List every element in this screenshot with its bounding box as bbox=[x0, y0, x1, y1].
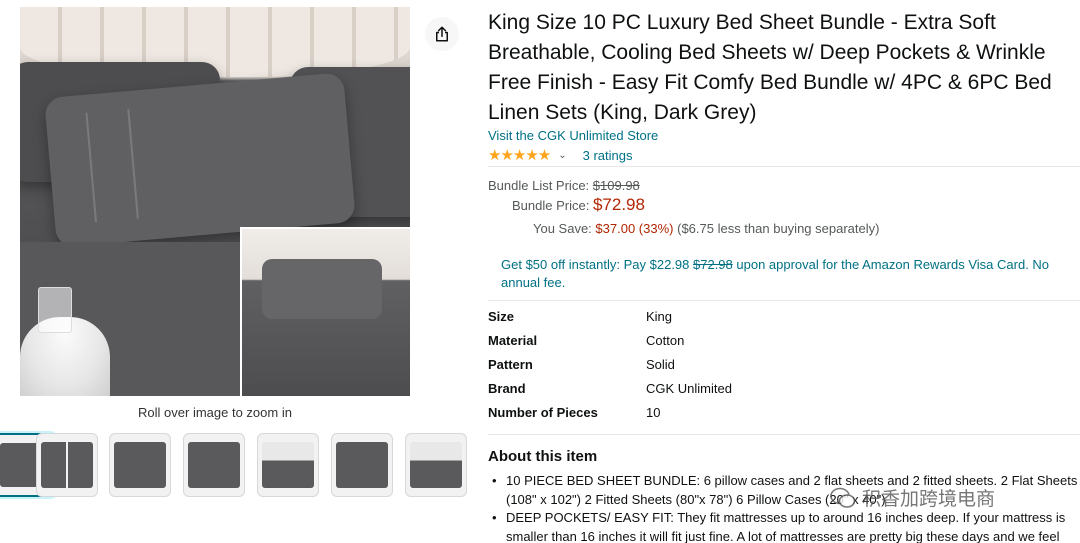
credit-card-promo[interactable]: Get $50 off instantly: Pay $22.98 $72.98… bbox=[501, 256, 1071, 292]
thumbnail-image bbox=[262, 442, 314, 488]
you-save-amount: $37.00 (33%) bbox=[595, 221, 674, 236]
spec-value: Cotton bbox=[646, 333, 685, 348]
thumbnail-image bbox=[41, 442, 93, 488]
thumbnail-image bbox=[114, 442, 166, 488]
spec-label: Brand bbox=[488, 381, 526, 396]
list-price-row: Bundle List Price: $109.98 bbox=[488, 178, 640, 193]
list-price-label: Bundle List Price: bbox=[488, 178, 590, 193]
about-heading: About this item bbox=[488, 448, 598, 465]
promo-strike-price: $72.98 bbox=[693, 257, 733, 272]
spec-value: CGK Unlimited bbox=[646, 381, 732, 396]
thumbnail[interactable] bbox=[109, 433, 171, 497]
store-link[interactable]: Visit the CGK Unlimited Store bbox=[488, 128, 658, 143]
glass-graphic bbox=[38, 287, 72, 333]
pillow-graphic bbox=[44, 72, 356, 248]
share-icon bbox=[436, 26, 448, 42]
thumbnail[interactable] bbox=[36, 433, 98, 497]
share-button[interactable] bbox=[425, 17, 459, 51]
list-price: $109.98 bbox=[592, 178, 640, 193]
spec-label: Pattern bbox=[488, 357, 533, 372]
chevron-down-icon[interactable]: ⌄ bbox=[558, 150, 566, 161]
divider bbox=[488, 434, 1080, 435]
you-save-row: You Save: $37.00 (33%) ($6.75 less than … bbox=[533, 221, 879, 236]
spec-value: 10 bbox=[646, 405, 661, 420]
spec-value: Solid bbox=[646, 357, 675, 372]
thumbnail[interactable] bbox=[405, 433, 467, 497]
spec-label: Material bbox=[488, 333, 538, 348]
product-title: King Size 10 PC Luxury Bed Sheet Bundle … bbox=[488, 11, 1052, 124]
spec-value: King bbox=[646, 309, 673, 324]
bundle-price-row: Bundle Price: $72.98 bbox=[512, 195, 645, 215]
thumbnail-image bbox=[410, 442, 462, 488]
thumbnail[interactable] bbox=[183, 433, 245, 497]
pillow-graphic bbox=[262, 259, 382, 319]
spec-label: Size bbox=[488, 309, 515, 324]
watermark: 积香加跨境电商 bbox=[830, 484, 995, 511]
thumbnail-image bbox=[336, 442, 388, 488]
divider bbox=[488, 166, 1080, 167]
watermark-text: 积香加跨境电商 bbox=[862, 489, 996, 510]
thumbnail-image bbox=[188, 442, 240, 488]
ratings-count-link[interactable]: 3 ratings bbox=[583, 148, 633, 163]
divider bbox=[488, 300, 1080, 301]
rating-row: ★★★★★ ⌄ 3 ratings bbox=[488, 146, 633, 164]
spec-label: Number of Pieces bbox=[488, 405, 598, 420]
promo-text: Get $50 off instantly: Pay $22.98 bbox=[501, 257, 693, 272]
you-save-extra: ($6.75 less than buying separately) bbox=[677, 221, 880, 236]
main-product-image[interactable] bbox=[20, 7, 410, 396]
you-save-label: You Save: bbox=[533, 221, 592, 236]
thumbnail[interactable] bbox=[331, 433, 393, 497]
bundle-price-label: Bundle Price: bbox=[512, 198, 590, 213]
zoom-hint: Roll over image to zoom in bbox=[138, 405, 292, 420]
thumbnail[interactable] bbox=[257, 433, 319, 497]
bundle-price: $72.98 bbox=[592, 195, 645, 214]
inset-photo bbox=[240, 227, 410, 396]
list-item: DEEP POCKETS/ EASY FIT: They fit mattres… bbox=[488, 509, 1078, 543]
wechat-icon bbox=[830, 487, 856, 508]
star-rating-icon[interactable]: ★★★★★ bbox=[488, 146, 551, 164]
